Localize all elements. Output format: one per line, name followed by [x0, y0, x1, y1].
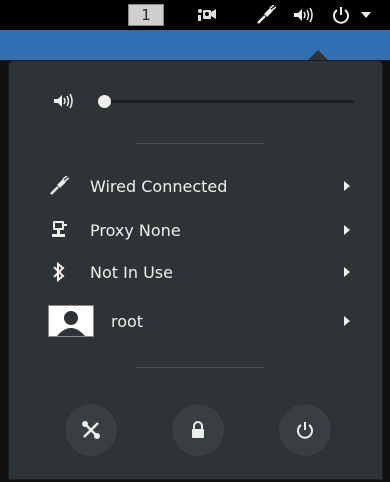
bluetooth-icon	[44, 262, 74, 282]
network-wired-icon	[44, 176, 74, 196]
submenu-arrow-icon	[344, 267, 350, 277]
menu-item-bluetooth[interactable]: Not In Use	[44, 256, 360, 288]
settings-icon	[82, 421, 100, 439]
submenu-arrow-icon	[344, 181, 350, 191]
volume-row	[44, 92, 354, 110]
top-bar: 1	[0, 0, 390, 30]
volume-slider[interactable]	[98, 95, 354, 108]
dropdown-arrow-icon[interactable]	[358, 5, 374, 25]
user-name: root	[111, 311, 144, 331]
workspace-indicator[interactable]: 1	[128, 4, 164, 26]
power-off-icon	[297, 422, 313, 439]
submenu-arrow-icon	[344, 316, 350, 326]
network-wired-icon[interactable]	[254, 5, 278, 25]
volume-icon[interactable]	[290, 5, 316, 25]
submenu-arrow-icon	[344, 225, 350, 235]
menu-item-proxy[interactable]: Proxy None	[44, 214, 360, 246]
lock-button[interactable]	[171, 403, 225, 457]
proxy-icon	[44, 220, 74, 240]
menu-item-label: Wired Connected	[90, 176, 228, 196]
power-off-button[interactable]	[278, 403, 332, 457]
accessibility-icon[interactable]	[194, 5, 220, 25]
lock-icon	[192, 421, 204, 438]
separator	[135, 143, 265, 144]
volume-icon	[52, 92, 74, 114]
settings-button[interactable]	[64, 403, 118, 457]
menu-item-label: Proxy None	[90, 220, 181, 240]
separator	[135, 367, 265, 368]
volume-slider-knob[interactable]	[98, 95, 111, 108]
menu-item-label: Not In Use	[90, 262, 173, 282]
menu-item-wired[interactable]: Wired Connected	[44, 170, 360, 202]
power-icon[interactable]	[330, 5, 352, 25]
menu-item-user[interactable]: root	[48, 305, 360, 337]
user-avatar	[48, 305, 94, 337]
